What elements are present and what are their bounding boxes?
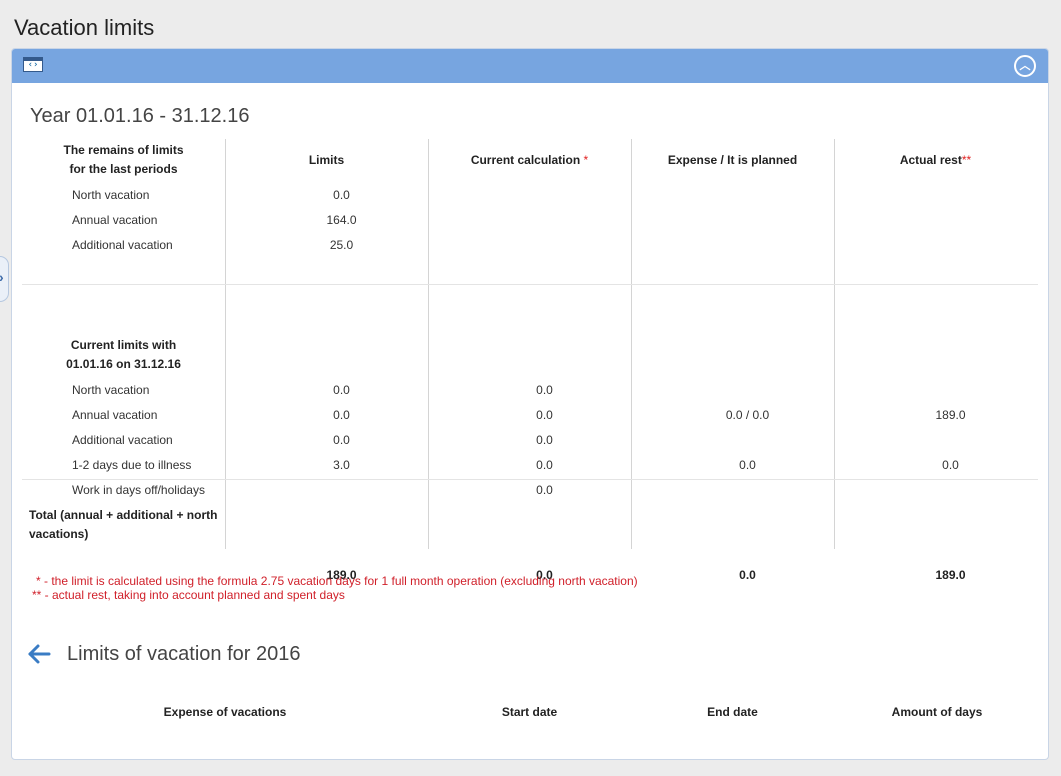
current-row-expense: 0.0 bbox=[739, 458, 756, 472]
remains-row-limits: 164.0 bbox=[326, 213, 357, 227]
current-row-label: Work in days off/holidays bbox=[72, 483, 205, 497]
current-row-label: Annual vacation bbox=[72, 408, 158, 422]
current-row-limits: 0.0 bbox=[333, 408, 350, 422]
chevron-up-icon: ︿ bbox=[1019, 60, 1031, 72]
column-header-limits: Limits bbox=[308, 153, 345, 167]
remains-row-limits: 25.0 bbox=[329, 238, 354, 252]
column-header-amount-of-days: Amount of days bbox=[891, 705, 983, 719]
current-row-label: Additional vacation bbox=[72, 433, 173, 447]
row-divider bbox=[22, 284, 1038, 285]
vacation-limits-panel: ‹› ︿ Year 01.01.16 - 31.12.16 The remain… bbox=[11, 48, 1049, 760]
column-header-expense: Expense / It is planned bbox=[667, 153, 798, 167]
remains-row-label: North vacation bbox=[72, 188, 150, 202]
current-row-limits: 0.0 bbox=[333, 383, 350, 397]
collapse-panel-button[interactable]: ︿ bbox=[1014, 55, 1036, 77]
panel-header: ‹› ︿ bbox=[12, 49, 1048, 83]
current-row-limits: 3.0 bbox=[333, 458, 350, 472]
side-panel-toggle[interactable]: › bbox=[0, 256, 9, 302]
total-expense: 0.0 bbox=[739, 568, 756, 582]
total-actual-rest: 189.0 bbox=[935, 568, 966, 582]
row-divider bbox=[22, 479, 1038, 480]
column-header-expense-of-vacations: Expense of vacations bbox=[163, 705, 287, 719]
current-row-calc: 0.0 bbox=[536, 433, 553, 447]
current-row-calc: 0.0 bbox=[536, 383, 553, 397]
total-row-label: Total (annual + additional + north vacat… bbox=[29, 508, 218, 541]
current-row-label: 1-2 days due to illness bbox=[72, 458, 192, 472]
current-row-calc: 0.0 bbox=[536, 483, 553, 497]
current-row-calc: 0.0 bbox=[536, 458, 553, 472]
year-title: Year 01.01.16 - 31.12.16 bbox=[30, 105, 250, 127]
limits-section-title: Limits of vacation for 2016 bbox=[67, 643, 301, 665]
footnote-marker: ** bbox=[961, 153, 972, 167]
chevron-right-icon: › bbox=[0, 269, 4, 285]
column-divider bbox=[834, 139, 835, 549]
footnote-marker: * bbox=[583, 153, 589, 167]
column-header-end-date: End date bbox=[707, 705, 758, 719]
current-row-calc: 0.0 bbox=[536, 408, 553, 422]
remains-row-limits: 0.0 bbox=[333, 188, 350, 202]
column-header-current-calculation: Current calculation * bbox=[470, 153, 589, 167]
remains-row-label: Additional vacation bbox=[72, 238, 173, 252]
limits-table: The remains of limits for the last perio… bbox=[22, 139, 1038, 582]
column-header-start-date: Start date bbox=[501, 705, 558, 719]
footnotes: * - the limit is calculated using the fo… bbox=[32, 574, 638, 602]
arrow-left-icon[interactable] bbox=[26, 641, 52, 667]
page-title: Vacation limits bbox=[14, 15, 155, 40]
footnote-calculated-limit: * - the limit is calculated using the fo… bbox=[36, 574, 638, 588]
current-row-limits: 0.0 bbox=[333, 433, 350, 447]
current-row-rest: 189.0 bbox=[935, 408, 966, 422]
current-row-expense: 0.0 / 0.0 bbox=[725, 408, 770, 422]
remains-row-label: Annual vacation bbox=[72, 213, 158, 227]
current-row-label: North vacation bbox=[72, 383, 150, 397]
current-section-title: Current limits with 01.01.16 on 31.12.16 bbox=[66, 338, 181, 371]
column-header-actual-rest: Actual rest** bbox=[899, 153, 972, 167]
window-code-icon: ‹› bbox=[23, 57, 43, 72]
column-divider bbox=[225, 139, 226, 549]
current-row-rest: 0.0 bbox=[942, 458, 959, 472]
footnote-actual-rest: ** - actual rest, taking into account pl… bbox=[32, 588, 345, 602]
remains-section-title: The remains of limits for the last perio… bbox=[63, 143, 184, 176]
